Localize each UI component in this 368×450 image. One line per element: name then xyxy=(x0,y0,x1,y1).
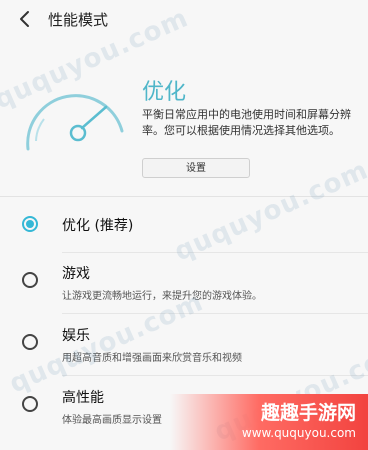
radio-optimized[interactable] xyxy=(22,216,38,232)
brand-url: www.ququyou.com xyxy=(241,426,356,440)
option-high-performance-description: 体验最高画质显示设置 xyxy=(62,415,162,426)
option-game-description: 让游戏更流畅地运行，来提升您的游戏体验。 xyxy=(62,291,262,302)
page-title: 性能模式 xyxy=(48,11,109,29)
list-divider xyxy=(62,313,368,314)
settings-button[interactable]: 设置 xyxy=(142,158,250,178)
option-game-label: 游戏 xyxy=(62,266,90,282)
radio-game[interactable] xyxy=(22,272,38,288)
brand-name: 趣趣手游网 xyxy=(260,402,356,424)
brand-banner: 趣趣手游网 www.ququyou.com xyxy=(170,394,368,450)
option-high-performance-label: 高性能 xyxy=(62,390,104,406)
radio-entertainment[interactable] xyxy=(22,334,38,350)
mode-description: 平衡日常应用中的电池使用时间和屏幕分辨率。您可以根据使用情况选择其他选项。 xyxy=(142,108,351,137)
radio-high-performance[interactable] xyxy=(22,396,38,412)
option-optimized-label: 优化 (推荐) xyxy=(62,218,134,234)
back-arrow-icon[interactable] xyxy=(14,8,36,30)
mode-title: 优化 xyxy=(142,80,187,105)
